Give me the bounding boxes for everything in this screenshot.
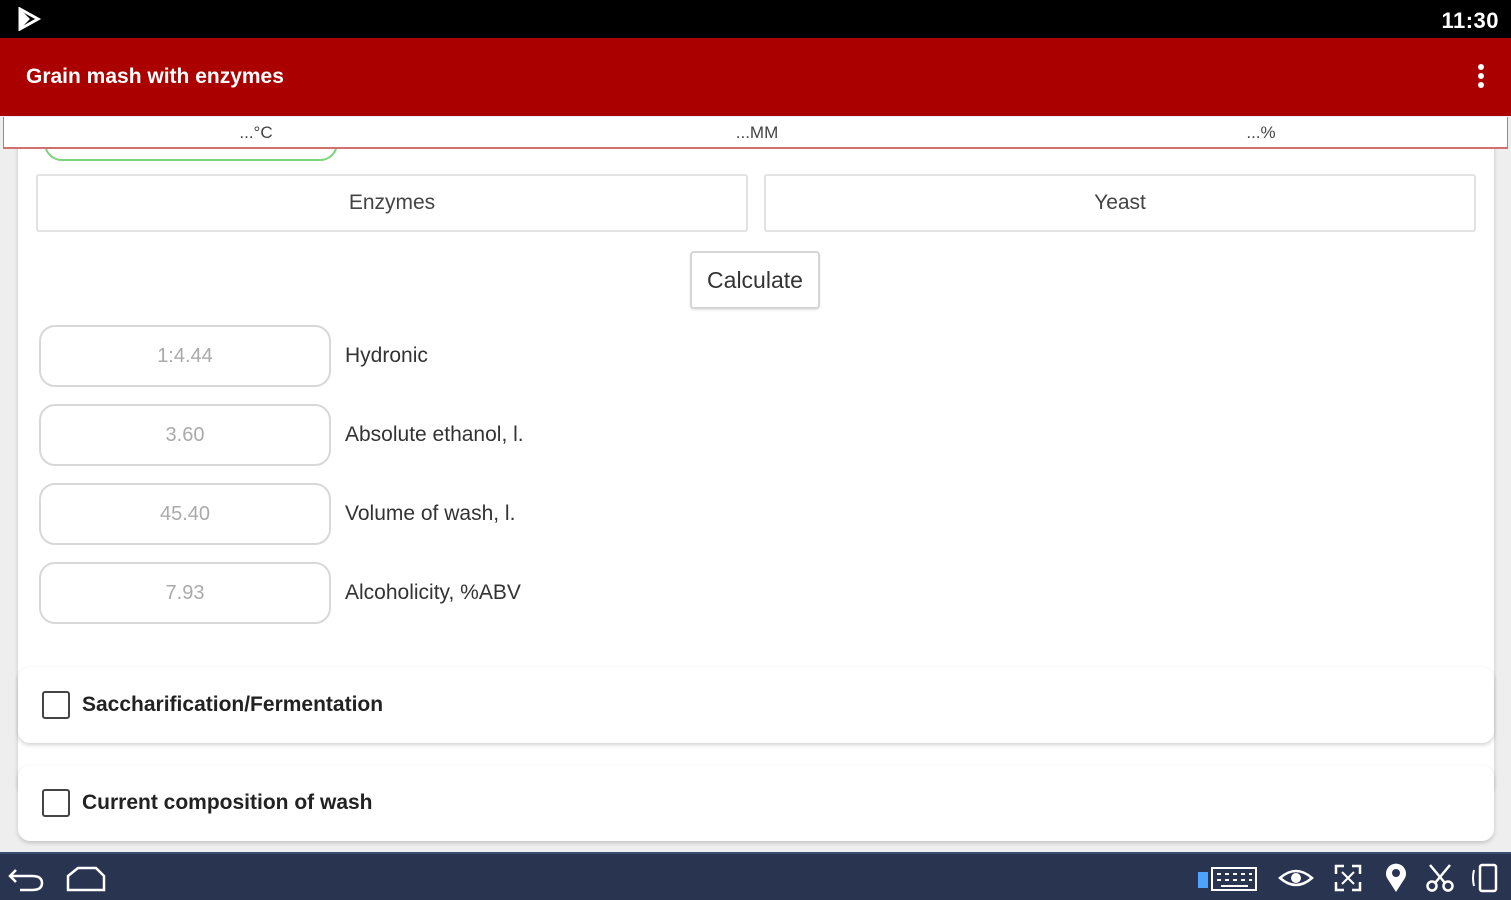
unit-temperature: ...°C bbox=[239, 123, 273, 142]
enzymes-button[interactable]: Enzymes bbox=[36, 174, 748, 232]
status-clock: 11:30 bbox=[1441, 8, 1499, 33]
status-bar: 11:30 bbox=[0, 0, 1511, 38]
unit-percent: ...% bbox=[1246, 123, 1276, 142]
current-composition-checkbox[interactable] bbox=[42, 789, 70, 817]
app-title: Grain mash with enzymes bbox=[26, 65, 284, 88]
rotate-icon[interactable] bbox=[1468, 862, 1508, 894]
absolute-ethanol-value[interactable]: 3.60 bbox=[39, 404, 331, 466]
eye-icon[interactable] bbox=[1276, 862, 1316, 894]
result-row: 3.60 Absolute ethanol, l. bbox=[39, 404, 839, 468]
section-current-composition[interactable]: Current composition of wash bbox=[18, 765, 1494, 841]
play-store-icon bbox=[18, 7, 42, 31]
back-icon[interactable] bbox=[6, 862, 46, 894]
wash-volume-label: Volume of wash, l. bbox=[345, 502, 516, 525]
scissors-icon[interactable] bbox=[1420, 862, 1460, 894]
content-scroll[interactable]: Enzymes Yeast Calculate 1:4.44 Hydronic … bbox=[0, 149, 1511, 852]
unit-pressure: ...MM bbox=[735, 123, 779, 142]
hydronic-value[interactable]: 1:4.44 bbox=[39, 325, 331, 387]
result-row: 1:4.44 Hydronic bbox=[39, 325, 839, 389]
calculate-button[interactable]: Calculate bbox=[690, 251, 820, 309]
app-bar: Grain mash with enzymes bbox=[0, 38, 1511, 116]
yeast-button[interactable]: Yeast bbox=[764, 174, 1476, 232]
more-vert-icon[interactable] bbox=[1473, 62, 1489, 94]
keyboard-icon[interactable] bbox=[1196, 862, 1258, 894]
current-composition-label: Current composition of wash bbox=[82, 791, 373, 814]
home-icon[interactable] bbox=[66, 862, 106, 894]
hydronic-label: Hydronic bbox=[345, 344, 428, 367]
active-input-field[interactable] bbox=[44, 149, 338, 161]
saccharification-checkbox[interactable] bbox=[42, 691, 70, 719]
section-saccharification[interactable]: Saccharification/Fermentation bbox=[18, 667, 1494, 743]
result-row: 45.40 Volume of wash, l. bbox=[39, 483, 839, 547]
alcoholicity-value[interactable]: 7.93 bbox=[39, 562, 331, 624]
absolute-ethanol-label: Absolute ethanol, l. bbox=[345, 423, 524, 446]
alcoholicity-label: Alcoholicity, %ABV bbox=[345, 581, 521, 604]
saccharification-label: Saccharification/Fermentation bbox=[82, 693, 384, 716]
result-row: 7.93 Alcoholicity, %ABV bbox=[39, 562, 839, 626]
location-icon[interactable] bbox=[1376, 862, 1416, 894]
units-bar: ...°C ...MM ...% bbox=[3, 117, 1508, 149]
fullscreen-icon[interactable] bbox=[1328, 862, 1368, 894]
navigation-bar bbox=[0, 852, 1511, 900]
wash-volume-value[interactable]: 45.40 bbox=[39, 483, 331, 545]
